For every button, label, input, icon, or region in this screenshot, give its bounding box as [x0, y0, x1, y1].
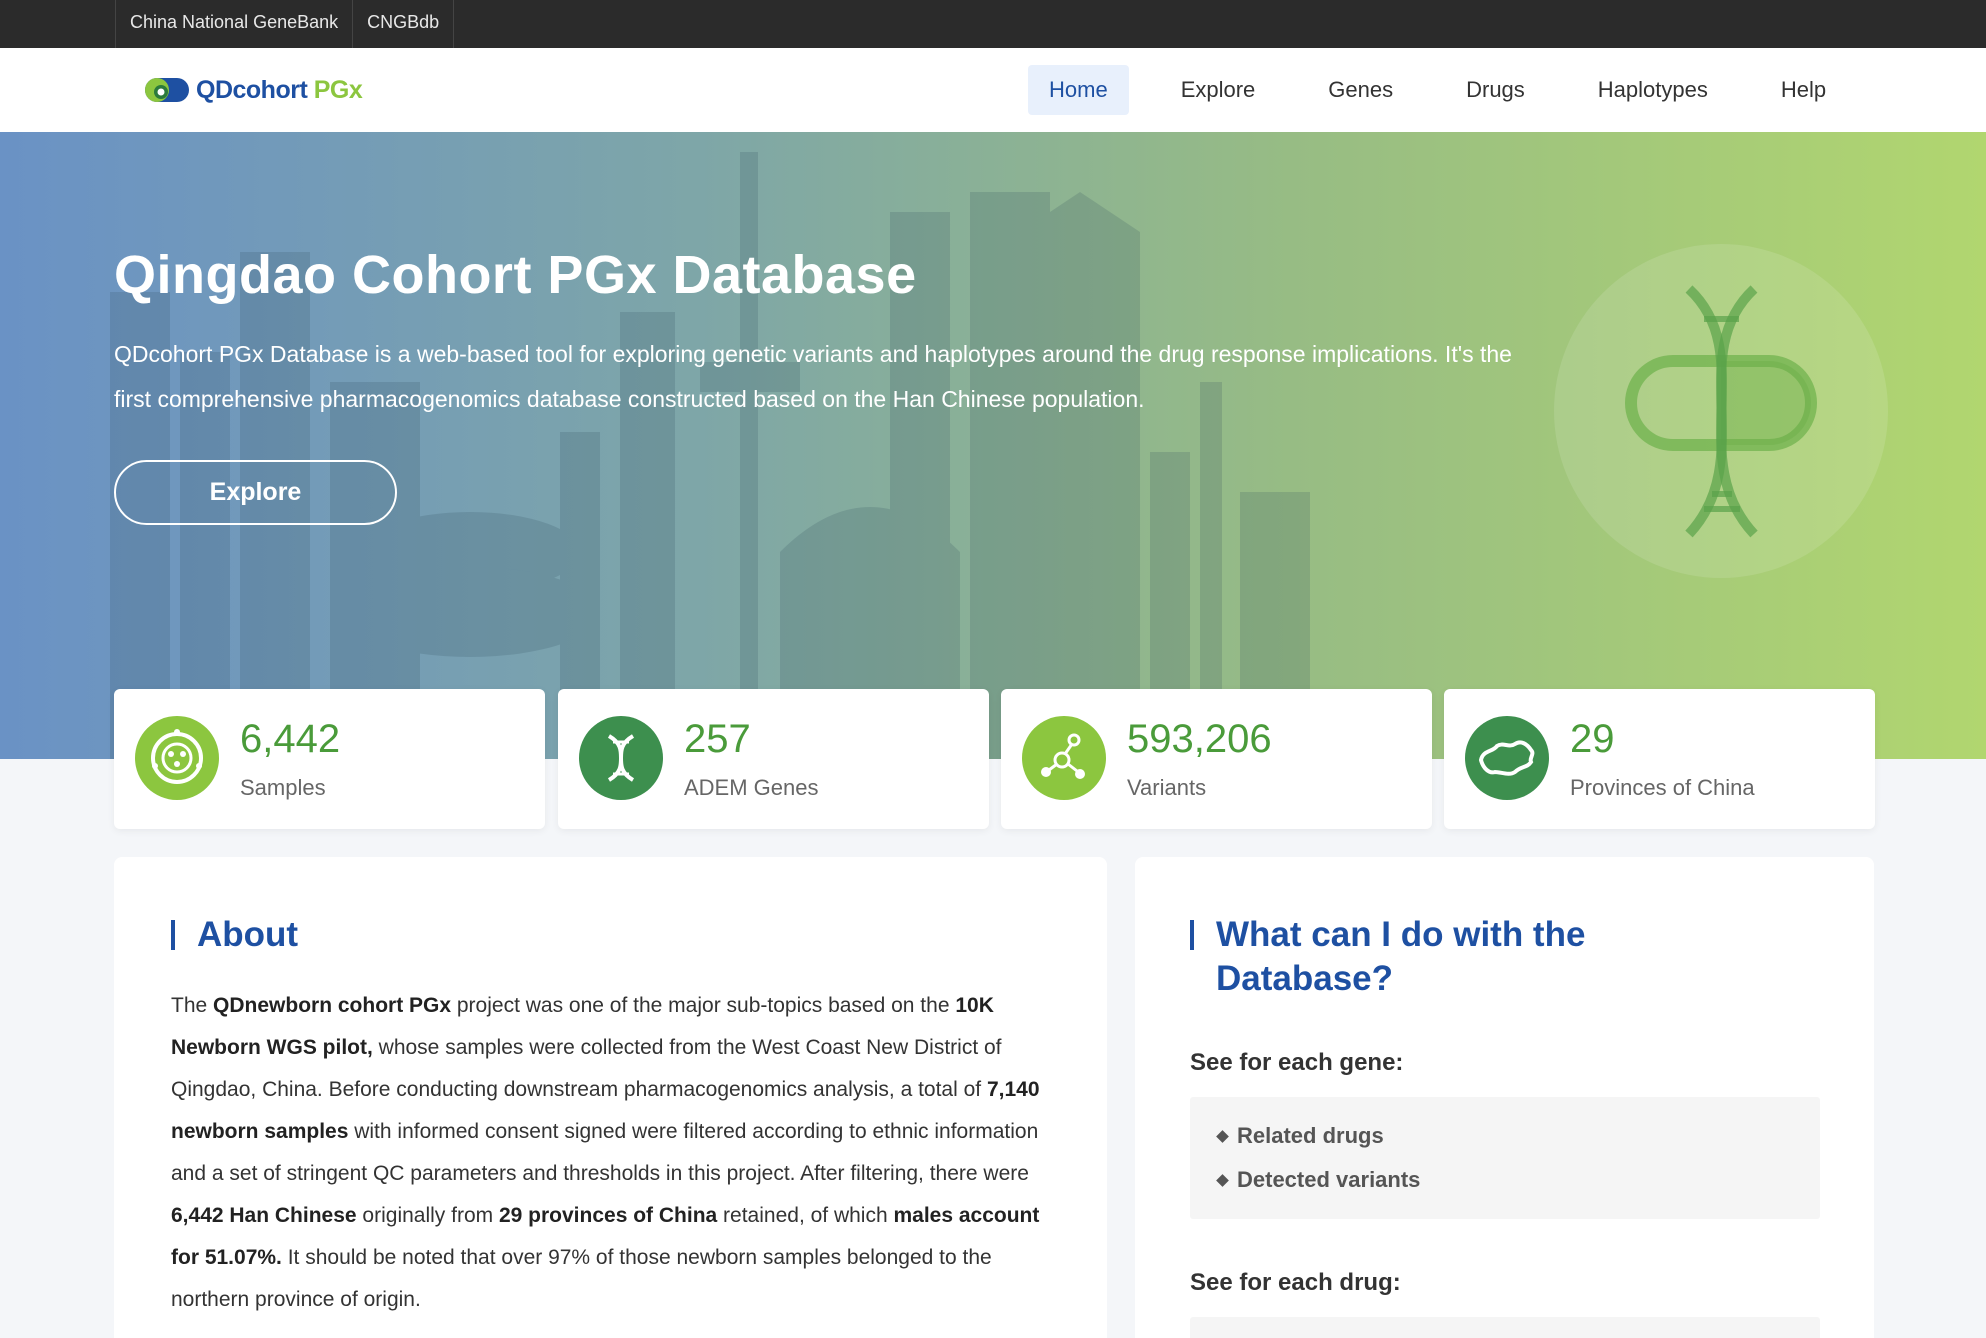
hero-title: Qingdao Cohort PGx Database	[114, 245, 917, 305]
about-card: About The QDnewborn cohort PGx project w…	[114, 857, 1107, 1338]
top-link-cngb[interactable]: China National GeneBank	[115, 0, 352, 48]
dna-capsule-icon	[1625, 285, 1817, 538]
about-text: The QDnewborn cohort PGx project was one…	[171, 985, 1061, 1321]
stat-card-variants: 593,206 Variants	[1001, 689, 1432, 829]
logo-text: QDcohort PGx	[196, 75, 363, 104]
list-item: Detected variants	[1216, 1167, 1420, 1193]
features-card: What can I do with the Database? See for…	[1135, 857, 1874, 1338]
drug-feature-list	[1190, 1317, 1820, 1338]
diamond-bullet-icon	[1216, 1130, 1229, 1143]
about-text-segment: It should be noted that over 97% of thos…	[171, 1246, 992, 1311]
nav-drugs[interactable]: Drugs	[1445, 65, 1546, 115]
stat-value: 29	[1570, 717, 1615, 761]
molecule-icon	[1022, 716, 1106, 800]
about-text-bold: 6,442 Han Chinese	[171, 1204, 357, 1227]
stat-label: Samples	[240, 775, 326, 800]
nav-home[interactable]: Home	[1028, 65, 1129, 115]
about-text-segment: originally from	[356, 1204, 499, 1227]
top-bar: China National GeneBank CNGBdb	[0, 0, 1986, 48]
stat-card-provinces: 29 Provinces of China	[1444, 689, 1875, 829]
china-map-icon	[1465, 716, 1549, 800]
diamond-bullet-icon	[1216, 1174, 1229, 1187]
drug-heading: See for each drug:	[1190, 1269, 1401, 1296]
nav-help[interactable]: Help	[1760, 65, 1847, 115]
top-links: China National GeneBank CNGBdb	[115, 0, 455, 48]
stat-value: 6,442	[240, 717, 341, 761]
hero-banner: Qingdao Cohort PGx Database QDcohort PGx…	[0, 132, 1986, 759]
sample-icon	[135, 716, 219, 800]
nav-genes[interactable]: Genes	[1307, 65, 1414, 115]
stat-label: Provinces of China	[1570, 775, 1755, 800]
main-nav: Home Explore Genes Drugs Haplotypes Help	[1028, 65, 1847, 115]
gene-heading: See for each gene:	[1190, 1049, 1404, 1076]
top-link-cngbdb[interactable]: CNGBdb	[352, 0, 455, 48]
nav-haplotypes[interactable]: Haplotypes	[1577, 65, 1729, 115]
gene-feature-list: Related drugs Detected variants	[1190, 1097, 1820, 1219]
about-title: About	[197, 915, 299, 954]
about-text-segment: retained, of which	[717, 1204, 894, 1227]
section-accent-bar	[171, 920, 175, 950]
features-title: What can I do with the Database?	[1216, 915, 1586, 998]
section-accent-bar	[1190, 920, 1194, 950]
dna-icon	[579, 716, 663, 800]
site-logo[interactable]: QDcohort PGx	[142, 72, 363, 108]
nav-explore[interactable]: Explore	[1160, 65, 1277, 115]
about-text-bold: QDnewborn cohort PGx	[213, 994, 452, 1017]
hero-description: QDcohort PGx Database is a web-based too…	[114, 341, 1512, 412]
logo-pill-icon	[145, 78, 189, 102]
hero-explore-button[interactable]: Explore	[114, 460, 397, 525]
about-text-segment: The	[171, 994, 214, 1017]
about-text-bold: 29 provinces of China	[498, 1204, 718, 1227]
about-text-segment: project was one of the major sub-topics …	[451, 994, 956, 1017]
stat-value: 593,206	[1127, 717, 1272, 761]
stat-card-genes: 257 ADEM Genes	[558, 689, 989, 829]
site-header: QDcohort PGx Home Explore Genes Drugs Ha…	[0, 48, 1986, 132]
dna-pill-emblem	[1554, 244, 1888, 578]
stat-label: ADEM Genes	[684, 775, 819, 800]
stat-label: Variants	[1127, 775, 1207, 800]
list-item: Related drugs	[1216, 1123, 1384, 1149]
stat-card-samples: 6,442 Samples	[114, 689, 545, 829]
stat-value: 257	[684, 717, 751, 761]
